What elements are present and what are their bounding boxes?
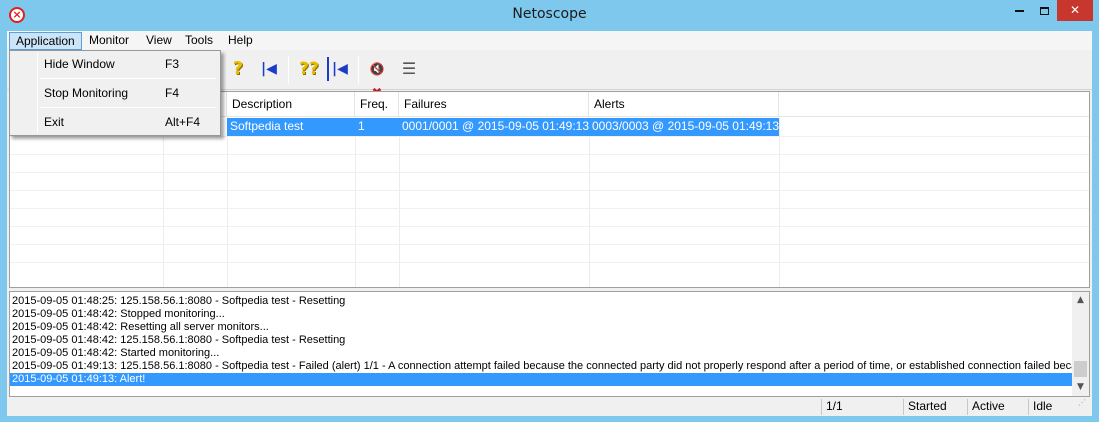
menu-application[interactable]: Application <box>9 32 82 50</box>
menu-item-hide-window[interactable]: Hide Window F3 <box>12 53 218 75</box>
event-log[interactable]: 2015-09-05 01:48:25: 125.158.56.1:8080 -… <box>9 291 1090 397</box>
cell-failures[interactable]: 0001/0001 @ 2015-09-05 01:49:13 <box>399 118 589 136</box>
menu-separator <box>40 107 216 108</box>
close-button[interactable]: ✕ <box>1057 0 1093 21</box>
status-state: Started <box>903 399 967 415</box>
minimize-button[interactable] <box>1006 0 1032 21</box>
status-count: 1/1 <box>821 399 903 415</box>
menu-item-shortcut: F3 <box>165 57 180 71</box>
grid-row-line <box>10 190 1089 191</box>
resize-grip-icon[interactable]: ⋰ <box>1078 399 1090 412</box>
speaker-icon: 🔇 <box>369 62 385 76</box>
cell-alerts[interactable]: 0003/0003 @ 2015-09-05 01:49:13 <box>589 118 779 136</box>
menu-view[interactable]: View <box>140 32 178 50</box>
log-line[interactable]: 2015-09-05 01:48:42: Resetting all serve… <box>10 321 1073 334</box>
status-idle: Idle <box>1028 399 1078 415</box>
menu-monitor[interactable]: Monitor <box>83 32 135 50</box>
maximize-icon <box>1040 6 1049 15</box>
menu-item-label: Hide Window <box>44 57 115 71</box>
toolbar-separator <box>358 56 359 84</box>
application-menu-dropdown: Hide Window F3 Stop Monitoring F4 Exit A… <box>9 50 221 136</box>
maximize-button[interactable] <box>1032 0 1057 21</box>
log-line[interactable]: 2015-09-05 01:48:25: 125.158.56.1:8080 -… <box>10 295 1073 308</box>
grid-row-line <box>10 154 1089 155</box>
title-bar[interactable]: × Netoscope ✕ <box>0 0 1099 31</box>
scroll-thumb[interactable] <box>1074 361 1087 377</box>
grid-row-line <box>10 208 1089 209</box>
menu-item-label: Stop Monitoring <box>44 86 129 100</box>
help-all-icon[interactable]: ?? <box>297 57 321 81</box>
grid-row-line <box>10 226 1089 227</box>
jump-to-first-icon[interactable]: |◀ <box>257 57 281 81</box>
mute-alert-icon[interactable]: 🔇✖ <box>365 57 389 101</box>
menu-item-shortcut: Alt+F4 <box>165 115 201 129</box>
grid-row-line <box>10 262 1089 263</box>
grid-row-line <box>10 244 1089 245</box>
status-activity: Active <box>967 399 1028 415</box>
scroll-up-icon[interactable]: ▲ <box>1072 292 1089 309</box>
status-bar: 1/1 Started Active Idle ⋰ <box>7 397 1092 416</box>
help-icon[interactable]: ? <box>226 57 250 81</box>
log-scrollbar[interactable]: ▲ ▼ <box>1072 292 1089 396</box>
log-line[interactable]: 2015-09-05 01:48:42: 125.158.56.1:8080 -… <box>10 334 1073 347</box>
log-line[interactable]: 2015-09-05 01:48:42: Stopped monitoring.… <box>10 308 1073 321</box>
log-line[interactable]: 2015-09-05 01:49:13: 125.158.56.1:8080 -… <box>10 360 1073 373</box>
menu-bar: Application Monitor View Tools Help <box>7 31 1092 50</box>
window-title: Netoscope <box>512 6 587 22</box>
grid-row-line <box>10 136 1089 137</box>
log-lines: 2015-09-05 01:48:25: 125.158.56.1:8080 -… <box>10 295 1073 386</box>
log-line[interactable]: 2015-09-05 01:48:42: Started monitoring.… <box>10 347 1073 360</box>
menu-help[interactable]: Help <box>222 32 259 50</box>
grid-row-line <box>10 172 1089 173</box>
menu-item-stop-monitoring[interactable]: Stop Monitoring F4 <box>12 82 218 104</box>
toolbar-separator <box>288 56 289 84</box>
column-header-alerts[interactable]: Alerts <box>589 92 779 117</box>
column-header-description[interactable]: Description <box>227 92 355 117</box>
menu-item-label: Exit <box>44 115 65 129</box>
checklist-icon[interactable]: ☰ <box>397 57 421 81</box>
scroll-down-icon[interactable]: ▼ <box>1072 379 1089 396</box>
jump-to-first-all-icon[interactable]: |◀ <box>327 57 351 81</box>
column-header-freq[interactable]: Freq. <box>355 92 399 117</box>
minimize-icon <box>1014 9 1024 12</box>
close-icon: ✕ <box>1069 3 1081 17</box>
cell-description[interactable]: Softpedia test <box>227 118 355 136</box>
log-line-selected[interactable]: 2015-09-05 01:49:13: Alert! <box>10 373 1073 386</box>
cell-freq[interactable]: 1 <box>355 118 399 136</box>
menu-tools[interactable]: Tools <box>179 32 219 50</box>
menu-separator <box>40 78 216 79</box>
column-header-failures[interactable]: Failures <box>399 92 589 117</box>
menu-item-shortcut: F4 <box>165 86 180 100</box>
menu-item-exit[interactable]: Exit Alt+F4 <box>12 111 218 133</box>
